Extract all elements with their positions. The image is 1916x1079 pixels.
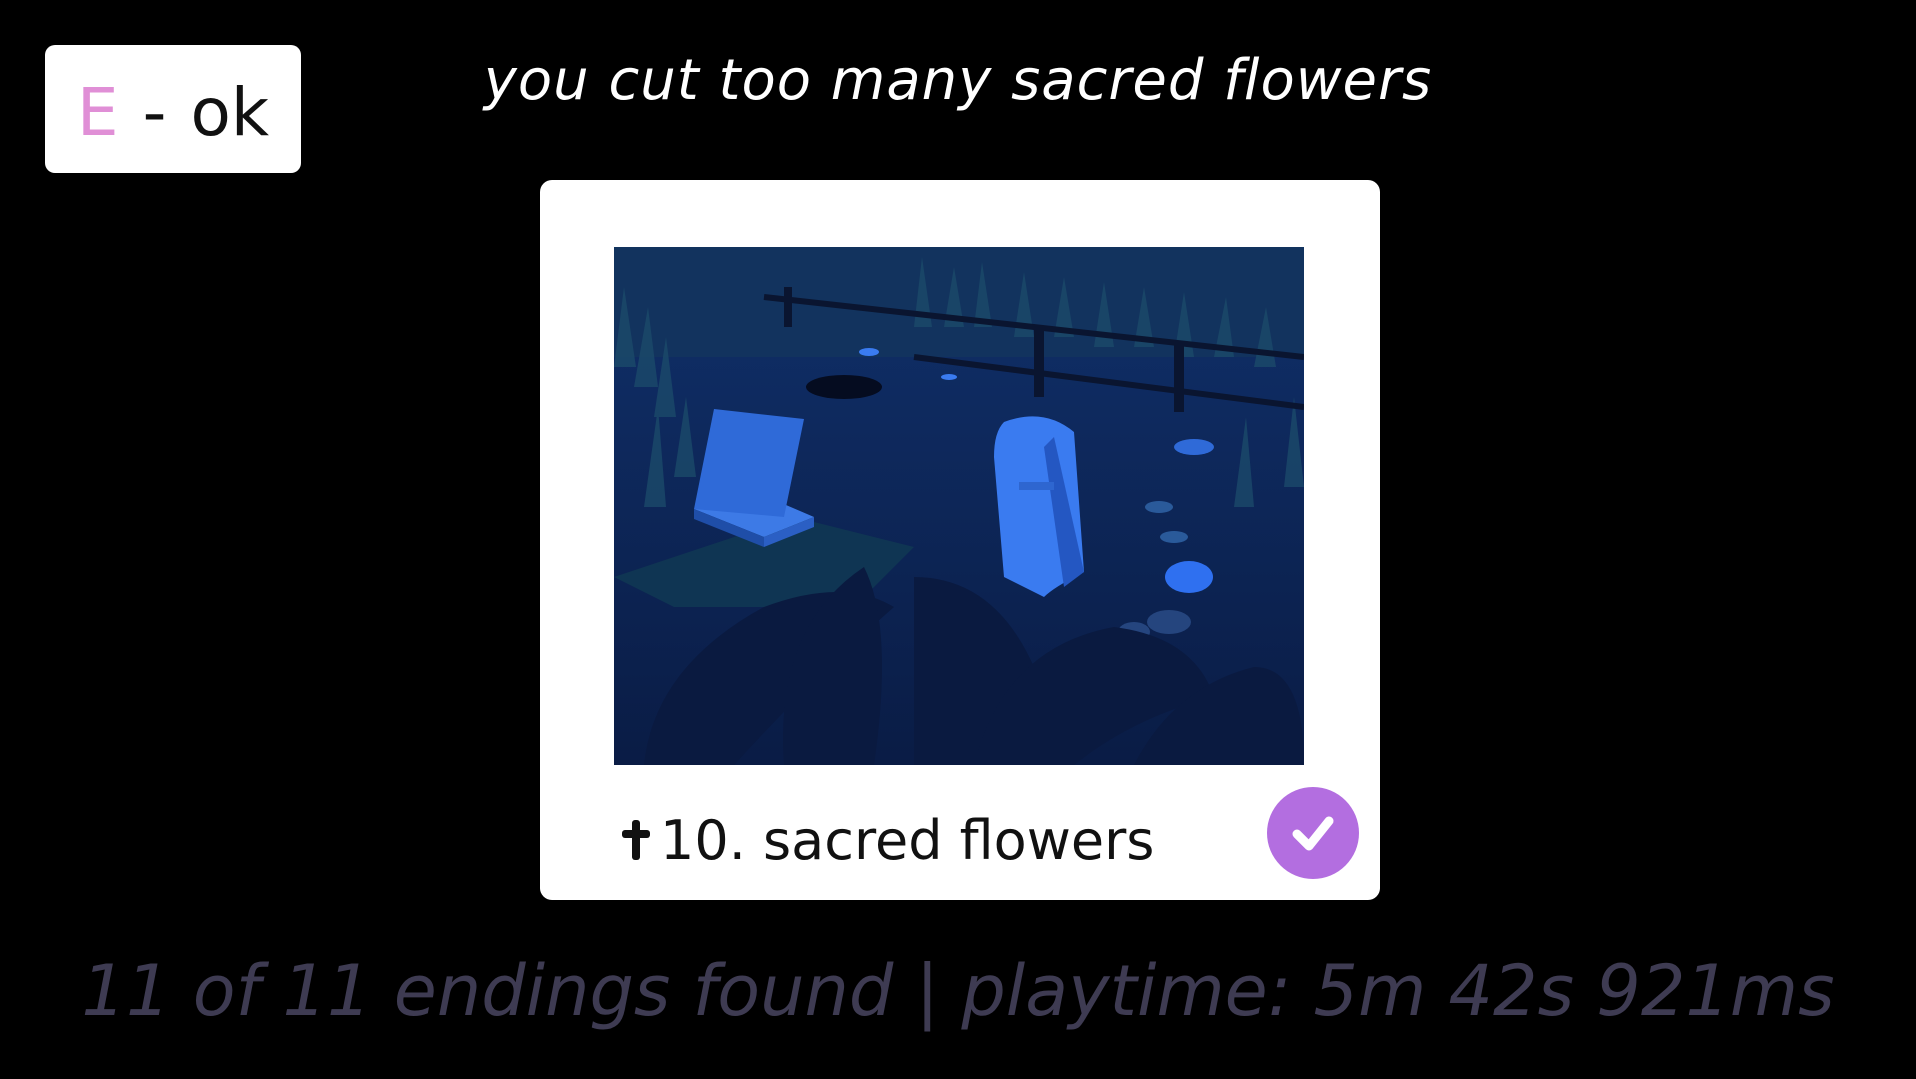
checkmark-icon xyxy=(1292,816,1334,851)
ending-title: 10. sacred flowers xyxy=(660,808,1155,872)
cross-icon xyxy=(622,820,650,860)
ending-screenshot xyxy=(614,247,1304,765)
ending-title-row: 10. sacred flowers xyxy=(618,800,1154,880)
key-action-label: ok xyxy=(190,73,270,151)
ending-headline: you cut too many sacred flowers xyxy=(483,48,1433,113)
ok-key-hint[interactable]: E - ok xyxy=(45,45,301,173)
key-letter: E xyxy=(76,73,119,151)
completed-badge xyxy=(1267,787,1359,879)
endings-summary: 11 of 11 endings found | playtime: 5m 42… xyxy=(81,950,1835,1032)
key-separator: - xyxy=(142,73,167,151)
graveyard-scene-image xyxy=(614,247,1304,765)
ending-screen: E - ok you cut too many sacred flowers 1… xyxy=(0,0,1916,1079)
ending-card: 10. sacred flowers xyxy=(540,180,1380,900)
